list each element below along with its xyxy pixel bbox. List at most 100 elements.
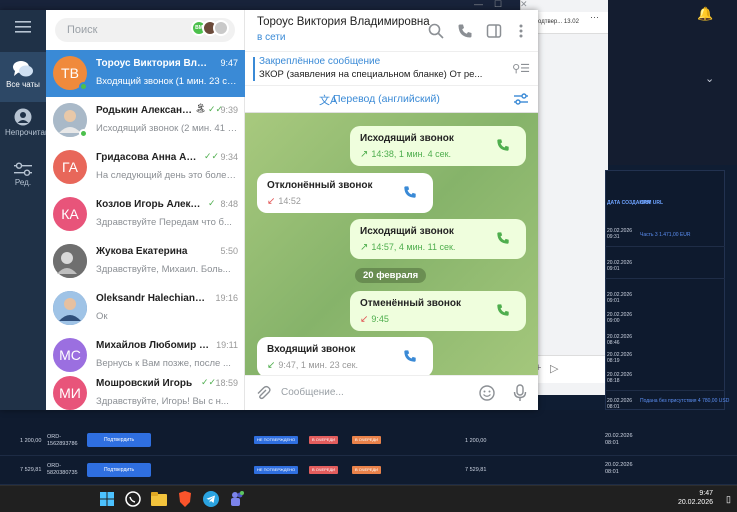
side-date: 20.02.2026 08:18 — [607, 372, 633, 384]
side-link[interactable]: Подана без присутствия 4 780,00 USD — [640, 398, 729, 404]
table-row: 7 529,81 ORD-5820380735 Подтвердить НЕ П… — [0, 457, 737, 485]
message-input[interactable]: Сообщение... — [281, 387, 344, 398]
chat-list-panel: Поиск ВМ ТВ Тороус Виктория Влади... 9:4… — [46, 10, 245, 410]
call-message[interactable]: Отменённый звонок ↙ 9:45 — [350, 291, 526, 331]
maximize-button[interactable]: ☐ — [494, 0, 502, 9]
row-divider — [605, 278, 725, 279]
pin-list-icon[interactable]: ⚲☰ — [512, 62, 530, 75]
microphone-icon[interactable] — [513, 384, 527, 402]
date-separator: 20 февраля — [355, 268, 427, 283]
table-header-crm: CRM URL — [640, 200, 664, 206]
chat-item[interactable]: Жукова Екатерина 5:50 Здравствуйте, Миха… — [46, 238, 245, 285]
call-details: ↙ 9:45 — [360, 314, 389, 325]
palm-tree-icon: 🏝 — [195, 103, 207, 113]
chat-item[interactable]: Родькин Александ... 🏝 ✓✓ 9:39 Исходящий … — [46, 97, 245, 144]
bell-icon[interactable]: 🔔 — [697, 6, 715, 24]
chat-name: Oleksandr Halechian ✓ — [96, 293, 206, 305]
chat-time: 19:11 — [216, 340, 238, 350]
menu-button[interactable] — [0, 20, 46, 36]
outgoing-arrow-icon: ↗ — [360, 242, 369, 253]
browser-menu-icon[interactable]: ··· — [590, 12, 599, 22]
confirm-button[interactable]: Подтвердить — [87, 433, 151, 447]
phone-icon[interactable] — [496, 138, 510, 152]
incoming-arrow-icon: ↙ — [267, 360, 276, 371]
file-explorer-icon[interactable] — [150, 490, 168, 508]
brave-browser-icon[interactable] — [176, 490, 194, 508]
side-date: 20.02.2026 09:01 — [607, 292, 633, 304]
pinned-title: Закреплённое сообщение — [259, 56, 381, 67]
chat-time: 9:34 — [220, 152, 238, 162]
conversation-panel: Тороус Виктория Владимировна в сети Закр… — [245, 10, 538, 410]
avatar — [53, 244, 87, 278]
settings-sliders-icon[interactable] — [514, 92, 528, 106]
emoji-icon[interactable] — [479, 385, 495, 401]
chat-item[interactable]: Oleksandr Halechian ✓ 19:16 Ок — [46, 285, 245, 332]
more-vert-icon[interactable] — [513, 23, 529, 39]
status-badge: В ОЧЕРЕДИ — [309, 466, 339, 474]
status-badge: НЕ ПОТВЕРЖДЕНО — [254, 466, 299, 474]
phone-icon[interactable] — [496, 303, 510, 317]
taskbar-clock[interactable]: 9:47 20.02.2026 — [678, 489, 713, 507]
chat-name: Родькин Александ... — [96, 105, 196, 116]
avatar — [213, 20, 229, 36]
windows-start-icon[interactable] — [98, 490, 116, 508]
search-input[interactable]: Поиск ВМ — [55, 18, 235, 42]
chats-icon — [13, 61, 33, 77]
read-check-icon: ✓ — [208, 198, 216, 208]
browser-send-icon[interactable]: ▷ — [550, 362, 558, 375]
phone-icon[interactable] — [457, 23, 473, 39]
side-link[interactable]: Часть 3 1.471,00 EUR — [640, 232, 690, 238]
avatar: МС — [53, 338, 87, 372]
chevron-down-icon[interactable]: ⌄ — [705, 72, 714, 85]
translate-bar[interactable]: 文A Перевод (английский) — [245, 86, 538, 113]
folder-rail: Все чаты Непрочитано Ред. — [0, 10, 54, 410]
teams-icon[interactable] — [228, 490, 246, 508]
avatar: ГА — [53, 150, 87, 184]
notification-icon[interactable]: ▯ — [726, 494, 731, 505]
call-message[interactable]: Исходящий звонок ↗ 14:38, 1 мин. 4 сек. — [350, 126, 526, 166]
close-button[interactable]: ✕ — [520, 0, 528, 9]
confirm-button[interactable]: Подтвердить — [87, 463, 151, 477]
pinned-message[interactable]: Закреплённое сообщение ЗКОР (заявления н… — [245, 52, 538, 86]
call-title: Отклонённый звонок — [267, 180, 373, 191]
chat-item[interactable]: МИ Мошровский Игорь ✓✓ 18:59 Здравствуйт… — [46, 370, 245, 410]
whatsapp-icon[interactable] — [124, 490, 142, 508]
attach-icon[interactable] — [255, 385, 271, 401]
call-title: Входящий звонок — [267, 344, 356, 355]
phone-icon[interactable] — [403, 185, 417, 199]
chat-item[interactable]: ТВ Тороус Виктория Влади... 9:47 Входящи… — [46, 50, 245, 97]
call-details: ↗ 14:57, 4 мин. 11 сек. — [360, 242, 456, 253]
row-id: ORD-1562893786 — [47, 434, 78, 447]
folder-all-chats[interactable]: Все чаты — [0, 52, 46, 102]
translate-label: Перевод (английский) — [333, 93, 440, 105]
phone-icon[interactable] — [496, 231, 510, 245]
sliders-icon — [14, 162, 32, 176]
chat-item[interactable]: КА Козлов Игорь Алекс... ✓ 8:48 Здравств… — [46, 191, 245, 238]
sidebar-toggle-icon[interactable] — [486, 23, 502, 39]
online-indicator — [79, 129, 88, 138]
story-avatars[interactable]: ВМ — [191, 20, 229, 36]
call-message[interactable]: Исходящий звонок ↗ 14:57, 4 мин. 11 сек. — [350, 219, 526, 259]
minimize-button[interactable]: — — [474, 0, 483, 9]
call-message[interactable]: Отклонённый звонок ↙ 14:52 — [257, 173, 433, 213]
outgoing-arrow-icon: ↗ — [360, 149, 369, 160]
call-message[interactable]: Входящий звонок ↙ 9:47, 1 мин. 23 сек. — [257, 337, 433, 375]
chat-name: Жукова Екатерина — [96, 246, 188, 257]
taskbar: 9:47 20.02.2026 ▯ — [0, 485, 737, 512]
chat-preview: Ок — [96, 311, 108, 322]
folder-edit[interactable]: Ред. — [0, 162, 46, 202]
search-icon[interactable] — [428, 23, 444, 39]
folder-label: Непрочитано — [5, 128, 54, 137]
chat-item[interactable]: ГА Гридасова Анна Але... ✓✓ 9:34 На след… — [46, 144, 245, 191]
phone-icon[interactable] — [403, 349, 417, 363]
chat-time: 5:50 — [220, 246, 238, 256]
telegram-window: Все чаты Непрочитано Ред. Поиск ВМ ТВ То… — [0, 10, 538, 410]
user-icon — [14, 108, 32, 126]
conversation-header[interactable]: Тороус Виктория Владимировна в сети — [245, 10, 538, 52]
folder-unread[interactable]: Непрочитано — [0, 106, 54, 156]
compose-bar: Сообщение... — [245, 375, 538, 410]
telegram-taskbar-icon[interactable] — [202, 490, 220, 508]
folder-label: Ред. — [14, 178, 32, 187]
chat-name: Гридасова Анна Але... — [96, 152, 201, 163]
row-amount2: 7 529,81 — [465, 467, 487, 473]
